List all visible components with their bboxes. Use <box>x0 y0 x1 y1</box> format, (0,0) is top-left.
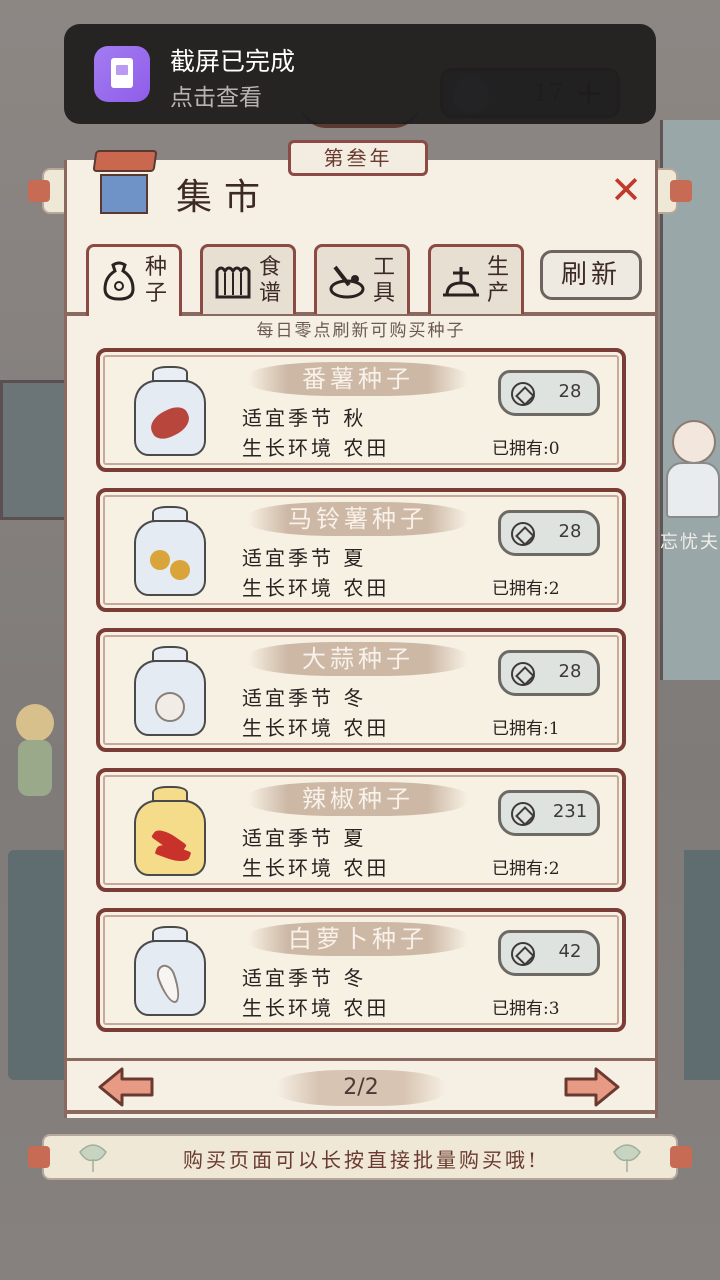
seed-list-item[interactable]: 白萝卜种子 适宜季节 冬 生长环境 农田 42 已拥有:3 <box>96 908 626 1032</box>
panel-title: 集市 <box>176 177 273 218</box>
price-amount: 28 <box>558 521 582 542</box>
tab-tools-label: 工具 <box>373 255 396 306</box>
screenshot-app-icon <box>94 46 150 102</box>
owned-count: 已拥有:3 <box>492 999 560 1019</box>
item-season: 适宜季节 秋 <box>242 406 367 430</box>
refresh-button[interactable]: 刷新 <box>540 250 642 300</box>
coin-icon <box>511 802 535 826</box>
owned-count: 已拥有:0 <box>492 439 560 459</box>
chili-icon <box>130 786 210 878</box>
coin-icon <box>511 382 535 406</box>
prev-page-arrow-icon[interactable] <box>96 1066 156 1108</box>
price-amount: 28 <box>558 661 582 682</box>
refresh-hint: 每日零点刷新可购买种子 <box>256 321 466 341</box>
coin-icon <box>511 522 535 546</box>
item-name: 大蒜种子 <box>302 645 414 673</box>
buy-price-button[interactable]: 28 <box>498 510 600 556</box>
buy-price-button[interactable]: 42 <box>498 930 600 976</box>
recipe-icon <box>215 266 251 299</box>
potato-icon <box>130 506 210 598</box>
bulk-buy-tip: 购买页面可以长按直接批量购买哦! <box>182 1148 540 1172</box>
buy-price-button[interactable]: 28 <box>498 650 600 696</box>
item-name: 辣椒种子 <box>302 785 414 813</box>
owned-count: 已拥有:2 <box>492 579 560 599</box>
seed-list-item[interactable]: 大蒜种子 适宜季节 冬 生长环境 农田 28 已拥有:1 <box>96 628 626 752</box>
tab-production[interactable]: 生产 <box>428 244 524 314</box>
item-season: 适宜季节 冬 <box>242 686 367 710</box>
tab-recipes[interactable]: 食谱 <box>200 244 296 314</box>
notification-title: 截屏已完成 <box>170 47 296 76</box>
background-character-right <box>656 400 720 520</box>
item-environment: 生长环境 农田 <box>242 576 390 600</box>
next-page-arrow-icon[interactable] <box>562 1066 622 1108</box>
close-button[interactable]: ✕ <box>606 171 646 212</box>
buy-price-button[interactable]: 28 <box>498 370 600 416</box>
tool-icon <box>329 265 365 299</box>
item-environment: 生长环境 农田 <box>242 716 390 740</box>
background-character-left <box>10 700 58 800</box>
notification-subtitle: 点击查看 <box>170 85 262 111</box>
item-season: 适宜季节 冬 <box>242 966 367 990</box>
item-environment: 生长环境 农田 <box>242 436 390 460</box>
year-plaque: 第叁年 <box>288 140 428 176</box>
price-amount: 28 <box>558 381 582 402</box>
ginkgo-leaf-icon <box>613 1144 641 1172</box>
background-rock-left <box>8 850 68 1080</box>
screenshot-notification[interactable]: 截屏已完成 点击查看 <box>64 24 656 124</box>
background-cabinet <box>0 380 70 520</box>
owned-count: 已拥有:2 <box>492 859 560 879</box>
garlic-icon <box>130 646 210 738</box>
item-season: 适宜季节 夏 <box>242 826 367 850</box>
radish-icon <box>130 926 210 1018</box>
panel-bottom-border <box>64 1110 658 1114</box>
tab-production-label: 生产 <box>487 255 510 306</box>
background-character-name: 忘忧夫 <box>660 532 720 553</box>
item-name: 白萝卜种子 <box>288 925 428 953</box>
sweet-potato-icon <box>130 366 210 458</box>
tab-seeds[interactable]: 种子 <box>86 244 182 316</box>
item-name: 番薯种子 <box>302 365 414 393</box>
tab-tools[interactable]: 工具 <box>314 244 410 314</box>
item-season: 适宜季节 夏 <box>242 546 367 570</box>
pager-divider <box>64 1058 658 1061</box>
item-name: 马铃薯种子 <box>288 505 428 533</box>
seed-list-item[interactable]: 番薯种子 适宜季节 秋 生长环境 农田 28 已拥有:0 <box>96 348 626 472</box>
page-indicator: 2/2 <box>343 1075 379 1100</box>
background-rock-right <box>684 850 720 1080</box>
owned-count: 已拥有:1 <box>492 719 560 739</box>
production-icon <box>443 267 479 297</box>
price-amount: 231 <box>552 801 588 822</box>
buy-price-button[interactable]: 231 <box>498 790 600 836</box>
seed-list-item[interactable]: 辣椒种子 适宜季节 夏 生长环境 农田 231 已拥有:2 <box>96 768 626 892</box>
tab-recipes-label: 食谱 <box>259 255 282 306</box>
coin-icon <box>511 942 535 966</box>
tab-seeds-label: 种子 <box>145 255 168 306</box>
seed-list-item[interactable]: 马铃薯种子 适宜季节 夏 生长环境 农田 28 已拥有:2 <box>96 488 626 612</box>
item-environment: 生长环境 农田 <box>242 996 390 1020</box>
seed-bag-icon <box>103 261 135 301</box>
market-stall-icon <box>90 150 160 220</box>
price-amount: 42 <box>558 941 582 962</box>
coin-icon <box>511 662 535 686</box>
item-environment: 生长环境 农田 <box>242 856 390 880</box>
